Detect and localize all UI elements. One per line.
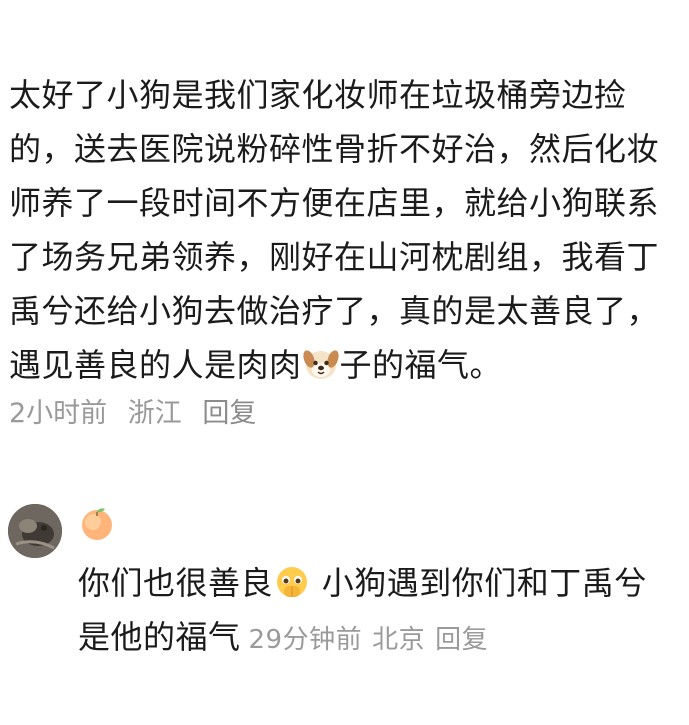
comment-location: 浙江 [127, 398, 182, 429]
comment-text: 太好了小狗是我们家化妆师在垃圾桶旁边捡的，送去医院说粉碎性骨折不好治，然后化妆师… [9, 68, 679, 392]
reply-item: 你们也很善良 小狗遇到你们和丁禹兮是他的福气 29分钟前 北京 回复 [0, 498, 689, 678]
user-avatar[interactable] [8, 504, 62, 558]
reply-reply-button[interactable]: 回复 [435, 625, 488, 655]
comment-text-part2: 子的福气。 [339, 346, 503, 384]
dog-face-icon [302, 344, 339, 380]
reply-meta: 29分钟前 北京 回复 [249, 625, 499, 655]
comment-item: 太好了小狗是我们家化妆师在垃圾桶旁边捡的，送去医院说粉碎性骨折不好治，然后化妆师… [9, 68, 679, 434]
reply-text: 你们也很善良 小狗遇到你们和丁禹兮是他的福气 29分钟前 北京 回复 [78, 556, 678, 667]
reply-location: 北京 [372, 625, 426, 655]
reply-button[interactable]: 回复 [202, 398, 256, 429]
comment-meta: 2小时前 浙江 回复 [9, 394, 679, 434]
comment-time: 2小时前 [9, 398, 108, 429]
pleading-face-icon [274, 562, 310, 598]
reply-time: 29分钟前 [248, 625, 363, 655]
comment-text-part1: 太好了小狗是我们家化妆师在垃圾桶旁边捡的，送去医院说粉碎性骨折不好治，然后化妆师… [9, 76, 660, 384]
peach-icon [78, 504, 116, 542]
reply-text-part1: 你们也很善良 [78, 564, 274, 602]
